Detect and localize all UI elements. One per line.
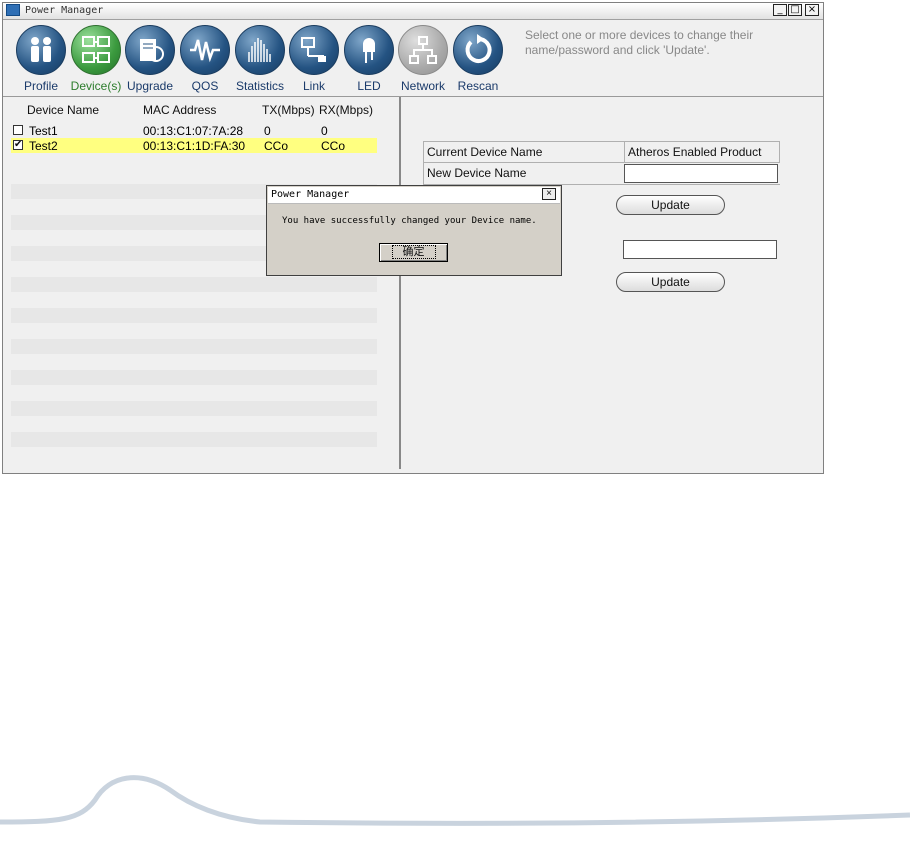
device-row[interactable]: Test1 00:13:C1:07:7A:28 0 0 bbox=[11, 123, 377, 138]
statistics-icon bbox=[235, 25, 285, 75]
toolbar-rescan-button[interactable]: Rescan bbox=[449, 25, 507, 93]
toolbar-label: Link bbox=[302, 79, 325, 93]
device-name: Test2 bbox=[29, 139, 58, 153]
empty-row bbox=[11, 432, 377, 447]
toolbar-devices-button[interactable]: Device(s) bbox=[67, 25, 125, 93]
network-icon bbox=[398, 25, 448, 75]
empty-row bbox=[11, 401, 377, 416]
people-icon bbox=[16, 25, 66, 75]
column-header-tx[interactable]: TX(Mbps) bbox=[262, 103, 315, 117]
close-button[interactable]: × bbox=[805, 4, 819, 16]
toolbar-label: Rescan bbox=[457, 79, 499, 93]
instruction-text: Select one or more devices to change the… bbox=[525, 28, 754, 57]
current-name-value: Atheros Enabled Product bbox=[624, 142, 780, 162]
toolbar-label: Network bbox=[400, 79, 445, 93]
empty-row bbox=[11, 277, 377, 292]
minimize-button[interactable]: _ bbox=[773, 4, 787, 16]
toolbar-link-button[interactable]: Link bbox=[285, 25, 343, 93]
confirmation-dialog: Power Manager × You have successfully ch… bbox=[266, 185, 562, 276]
device-row[interactable]: ✔ Test2 00:13:C1:1D:FA:30 CCo CCo bbox=[11, 138, 377, 153]
rescan-icon bbox=[453, 25, 503, 75]
toolbar-label: QOS bbox=[191, 79, 219, 93]
empty-row bbox=[11, 370, 377, 385]
device-properties-pane: Current Device Name Atheros Enabled Prod… bbox=[401, 97, 823, 473]
led-icon bbox=[344, 25, 394, 75]
password-input[interactable] bbox=[623, 240, 777, 259]
dialog-ok-button[interactable]: 确定 bbox=[379, 243, 448, 262]
current-name-label: Current Device Name bbox=[427, 145, 543, 159]
dialog-title-bar[interactable]: Power Manager × bbox=[268, 187, 560, 204]
device-name: Test1 bbox=[29, 124, 58, 138]
toolbar-label: Profile bbox=[23, 79, 58, 93]
device-checkbox[interactable] bbox=[13, 125, 23, 135]
new-name-input[interactable] bbox=[624, 164, 778, 183]
new-name-row: New Device Name bbox=[423, 163, 780, 185]
empty-row bbox=[11, 339, 377, 354]
column-header-mac-address[interactable]: MAC Address bbox=[143, 103, 216, 117]
upgrade-icon bbox=[125, 25, 175, 75]
column-header-rx[interactable]: RX(Mbps) bbox=[319, 103, 373, 117]
toolbar-upgrade-button[interactable]: Upgrade bbox=[121, 25, 179, 93]
device-checkbox[interactable]: ✔ bbox=[13, 140, 23, 150]
device-rx: 0 bbox=[321, 124, 328, 138]
toolbar: Profile Device(s) Upgrade QOS Statistics bbox=[3, 20, 823, 97]
update-name-button[interactable]: Update bbox=[616, 195, 725, 215]
device-mac: 00:13:C1:1D:FA:30 bbox=[143, 139, 246, 153]
new-name-label: New Device Name bbox=[427, 166, 527, 180]
current-name-row: Current Device Name Atheros Enabled Prod… bbox=[423, 141, 780, 163]
toolbar-statistics-button[interactable]: Statistics bbox=[231, 25, 289, 93]
app-icon bbox=[6, 4, 20, 16]
dialog-close-button[interactable]: × bbox=[542, 188, 556, 200]
link-icon bbox=[289, 25, 339, 75]
device-rx: CCo bbox=[321, 139, 346, 153]
toolbar-led-button[interactable]: LED bbox=[340, 25, 398, 93]
column-header-device-name[interactable]: Device Name bbox=[27, 103, 99, 117]
device-list: Test1 00:13:C1:07:7A:28 0 0 ✔ Test2 00:1… bbox=[11, 123, 377, 449]
toolbar-label: Device(s) bbox=[70, 79, 122, 93]
network-devices-icon bbox=[71, 25, 121, 75]
device-mac: 00:13:C1:07:7A:28 bbox=[143, 124, 244, 138]
dialog-ok-label: 确定 bbox=[391, 245, 436, 259]
toolbar-label: Statistics bbox=[235, 79, 284, 93]
device-tx: 0 bbox=[264, 124, 271, 138]
toolbar-qos-button[interactable]: QOS bbox=[176, 25, 234, 93]
maximize-button[interactable]: □ bbox=[788, 4, 802, 16]
dialog-title: Power Manager bbox=[271, 189, 350, 200]
toolbar-network-button[interactable]: Network bbox=[394, 25, 452, 93]
toolbar-label: Upgrade bbox=[126, 79, 174, 93]
title-bar[interactable]: Power Manager _ □ × bbox=[3, 3, 823, 20]
device-list-pane: Device Name MAC Address TX(Mbps) RX(Mbps… bbox=[3, 97, 399, 473]
toolbar-label: LED bbox=[357, 79, 381, 93]
waveform-icon bbox=[180, 25, 230, 75]
decorative-wave bbox=[0, 775, 910, 826]
empty-row bbox=[11, 308, 377, 323]
dialog-message: You have successfully changed your Devic… bbox=[282, 216, 537, 226]
toolbar-profile-button[interactable]: Profile bbox=[12, 25, 70, 93]
update-password-button[interactable]: Update bbox=[616, 272, 725, 292]
window-title: Power Manager bbox=[25, 5, 104, 16]
device-tx: CCo bbox=[264, 139, 289, 153]
